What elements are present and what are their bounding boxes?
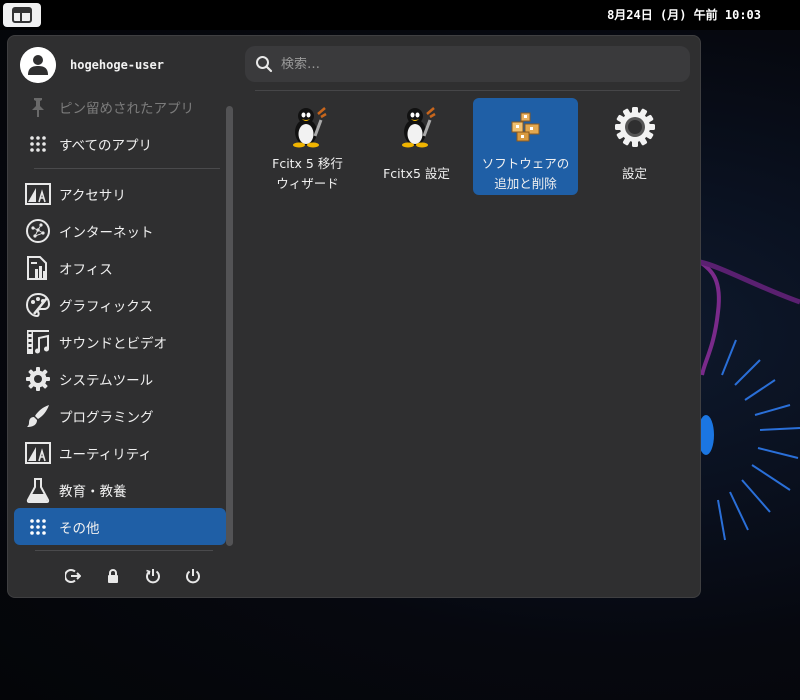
app-label: Fcitx5 設定 (383, 166, 450, 181)
programming-icon (25, 403, 51, 429)
accessories-icon (25, 181, 51, 207)
app-fcitx5-migrator[interactable]: Fcitx 5 移行 ウィザード (255, 98, 360, 195)
sidebar-item-other[interactable]: その他 (14, 508, 226, 545)
sidebar-item-label: システムツール (59, 372, 154, 389)
sidebar-item-pinned[interactable]: ピン留めされたアプリ (14, 92, 226, 125)
category-sidebar: ピン留めされたアプリ すべてのアプリ アクセサリ インターネット オフィス グラ… (13, 92, 227, 548)
grid-icon (25, 131, 51, 157)
power-icon (186, 569, 200, 584)
office-icon (25, 255, 51, 281)
application-menu: hogehoge-user ピン留めされたアプリ すべてのアプリ (7, 35, 701, 598)
app-software-add-remove[interactable]: ソフトウェアの 追加と削除 (473, 98, 578, 195)
restart-button[interactable] (133, 565, 173, 587)
search-input[interactable] (281, 56, 661, 72)
app-label: 設定 (621, 166, 647, 181)
sidebar-scrollbar[interactable] (226, 106, 233, 546)
sidebar-item-accessories[interactable]: アクセサリ (14, 175, 226, 212)
sidebar-item-label: サウンドとビデオ (59, 335, 167, 352)
user-icon (20, 47, 56, 83)
sidebar-item-label: 教育・教養 (59, 483, 127, 500)
menu-launcher-button[interactable] (3, 3, 41, 27)
tux-icon (287, 106, 329, 148)
session-actions (53, 565, 213, 587)
utilities-icon (25, 440, 51, 466)
menu-layout-icon (12, 7, 32, 23)
app-label: Fcitx 5 移行 ウィザード (272, 156, 343, 191)
lock-icon (108, 569, 118, 583)
app-fcitx5-config[interactable]: Fcitx5 設定 (364, 98, 469, 195)
lock-button[interactable] (93, 565, 133, 587)
search-icon (256, 56, 273, 73)
app-settings[interactable]: 設定 (582, 98, 687, 195)
avatar (20, 47, 56, 83)
username: hogehoge-user (70, 58, 164, 72)
sidebar-item-programming[interactable]: プログラミング (14, 397, 226, 434)
system-tools-icon (25, 366, 51, 392)
internet-icon (25, 218, 51, 244)
sidebar-item-label: その他 (59, 520, 100, 537)
top-panel: 8月24日 (月) 午前 10:03 (0, 0, 800, 30)
sidebar-item-label: グラフィックス (59, 298, 153, 315)
sidebar-item-label: すべてのアプリ (59, 137, 153, 154)
user-button[interactable]: hogehoge-user (20, 47, 164, 83)
package-icon (505, 106, 547, 148)
app-label: ソフトウェアの 追加と削除 (481, 156, 570, 191)
sidebar-item-label: プログラミング (59, 409, 154, 426)
multimedia-icon (25, 329, 51, 355)
search-box[interactable] (245, 46, 690, 82)
tux-icon (396, 106, 438, 148)
sidebar-item-utilities[interactable]: ユーティリティ (14, 434, 226, 471)
sidebar-item-internet[interactable]: インターネット (14, 212, 226, 249)
sidebar-item-education[interactable]: 教育・教養 (14, 471, 226, 508)
power-button[interactable] (173, 565, 213, 587)
logout-icon (65, 569, 81, 583)
sidebar-item-office[interactable]: オフィス (14, 249, 226, 286)
graphics-icon (25, 292, 51, 318)
logout-button[interactable] (53, 565, 93, 587)
divider (35, 550, 213, 551)
education-icon (25, 477, 51, 503)
sidebar-item-label: インターネット (59, 224, 154, 241)
restart-icon (146, 569, 160, 584)
divider (34, 168, 220, 169)
sidebar-item-system-tools[interactable]: システムツール (14, 360, 226, 397)
sidebar-item-label: ユーティリティ (59, 446, 152, 463)
gear-icon (614, 106, 656, 148)
sidebar-item-label: オフィス (59, 261, 113, 278)
pin-icon (25, 94, 51, 120)
sidebar-item-label: アクセサリ (59, 187, 126, 204)
sidebar-item-all-apps[interactable]: すべてのアプリ (14, 125, 226, 162)
divider (255, 90, 680, 91)
clock[interactable]: 8月24日 (月) 午前 10:03 (607, 0, 761, 30)
sidebar-item-graphics[interactable]: グラフィックス (14, 286, 226, 323)
sidebar-item-label: ピン留めされたアプリ (59, 100, 194, 117)
grid-icon (25, 514, 51, 540)
sidebar-item-multimedia[interactable]: サウンドとビデオ (14, 323, 226, 360)
